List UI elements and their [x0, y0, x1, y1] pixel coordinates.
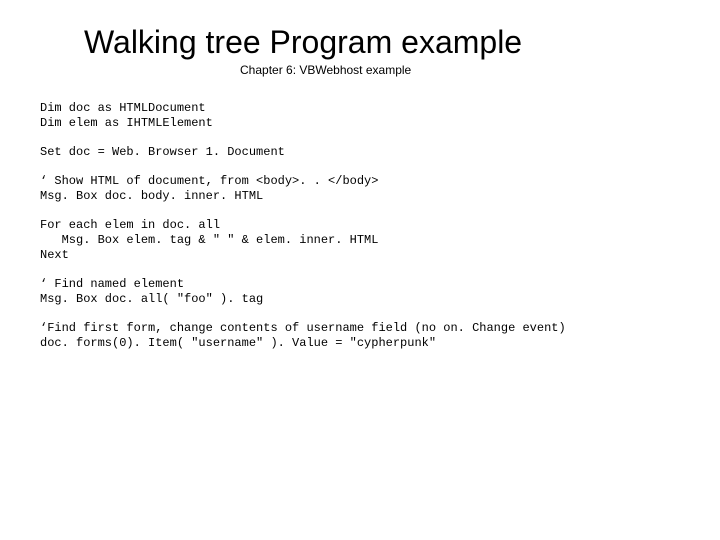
slide: Walking tree Program example Chapter 6: … — [0, 0, 720, 540]
code-block-1: Dim doc as HTMLDocument Dim elem as IHTM… — [40, 101, 680, 131]
code-block-5: ‘ Find named element Msg. Box doc. all( … — [40, 277, 680, 307]
code-block-3: ‘ Show HTML of document, from <body>. . … — [40, 174, 680, 204]
slide-title: Walking tree Program example — [84, 24, 680, 61]
code-block-2: Set doc = Web. Browser 1. Document — [40, 145, 680, 160]
slide-subtitle: Chapter 6: VBWebhost example — [240, 63, 680, 77]
code-block-4: For each elem in doc. all Msg. Box elem.… — [40, 218, 680, 263]
code-block-6: ‘Find first form, change contents of use… — [40, 321, 680, 351]
